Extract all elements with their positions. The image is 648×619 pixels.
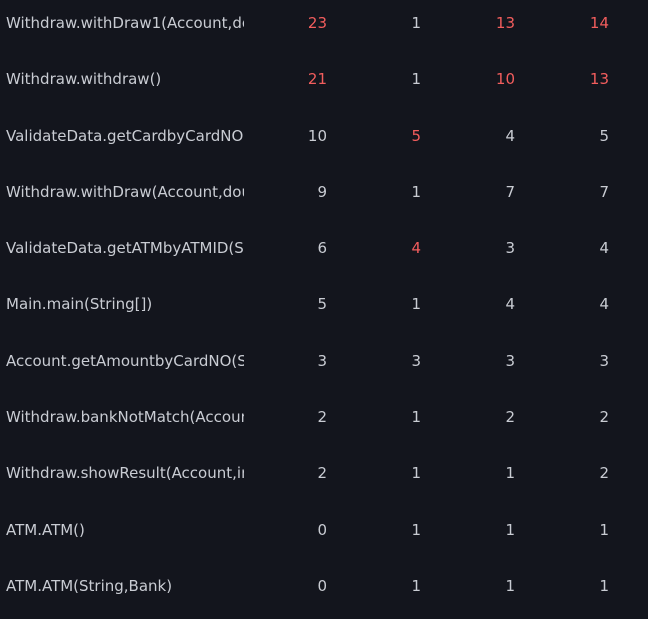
metric-2-value: 1 [411, 14, 421, 32]
method-name: Account.getAmountbyCardNO(String) [6, 351, 244, 370]
metric-4-value: 2 [599, 464, 609, 483]
metric-3-value: 1 [505, 464, 515, 483]
metric-4-value: 7 [599, 182, 609, 201]
table-row[interactable]: ATM.ATM(String,Bank) 0 1 1 1 [0, 563, 648, 619]
metric-2-value: 1 [411, 464, 421, 483]
method-name: ValidateData.getATMbyATMID(String) [6, 239, 244, 258]
metric-1-value: 6 [317, 239, 327, 258]
metric-3-value: 4 [505, 295, 515, 314]
metric-3-value: 7 [505, 182, 515, 201]
metric-1-value: 0 [317, 576, 327, 595]
method-name: Withdraw.withDraw1(Account,double) [6, 14, 244, 32]
metric-1-value: 2 [317, 408, 327, 427]
metric-2-value: 1 [411, 70, 421, 89]
table-row[interactable]: ValidateData.getATMbyATMID(String) 6 4 3… [0, 225, 648, 281]
method-name: ValidateData.getCardbyCardNO(String) [6, 126, 244, 145]
metric-1-value: 3 [317, 351, 327, 370]
table-row[interactable]: Withdraw.bankNotMatch(Account) 2 1 2 2 [0, 394, 648, 450]
table-row[interactable]: ValidateData.getCardbyCardNO(String) 10 … [0, 113, 648, 169]
metric-1-value: 0 [317, 520, 327, 539]
metric-2-value: 1 [411, 576, 421, 595]
method-name: ATM.ATM() [6, 520, 85, 539]
metric-1-value: 10 [307, 126, 327, 145]
metric-2-value: 4 [411, 239, 421, 258]
metric-2-value: 5 [411, 126, 421, 145]
metric-1-value: 21 [307, 70, 327, 89]
metric-4-value: 3 [599, 351, 609, 370]
metric-1-value: 5 [317, 295, 327, 314]
table-row[interactable]: Main.main(String[]) 5 1 4 4 [0, 281, 648, 337]
method-name: Withdraw.withDraw(Account,double) [6, 182, 244, 201]
metric-1-value: 2 [317, 464, 327, 483]
metric-3-value: 10 [495, 70, 515, 89]
metric-4-value: 1 [599, 520, 609, 539]
table-row[interactable]: ATM.ATM() 0 1 1 1 [0, 507, 648, 563]
table-row[interactable]: Withdraw.withdraw() 21 1 10 13 [0, 56, 648, 112]
method-name: Withdraw.showResult(Account,int) [6, 464, 244, 483]
metric-1-value: 9 [317, 182, 327, 201]
table-row[interactable]: Withdraw.withDraw1(Account,double) 23 1 … [0, 0, 648, 56]
metric-4-value: 14 [589, 14, 609, 32]
metrics-table: Withdraw.withDraw1(Account,double) 23 1 … [0, 0, 648, 619]
metric-3-value: 4 [505, 126, 515, 145]
table-row[interactable]: Withdraw.withDraw(Account,double) 9 1 7 … [0, 169, 648, 225]
metric-3-value: 2 [505, 408, 515, 427]
metric-3-value: 13 [495, 14, 515, 32]
method-name: Main.main(String[]) [6, 295, 153, 314]
metric-3-value: 3 [505, 239, 515, 258]
metric-2-value: 1 [411, 295, 421, 314]
metric-2-value: 1 [411, 182, 421, 201]
method-name: Withdraw.withdraw() [6, 70, 162, 89]
metric-2-value: 1 [411, 520, 421, 539]
metric-2-value: 3 [411, 351, 421, 370]
metric-4-value: 1 [599, 576, 609, 595]
metric-4-value: 13 [589, 70, 609, 89]
metric-4-value: 2 [599, 408, 609, 427]
metric-3-value: 3 [505, 351, 515, 370]
metric-1-value: 23 [307, 14, 327, 32]
method-name: ATM.ATM(String,Bank) [6, 576, 173, 595]
metric-2-value: 1 [411, 408, 421, 427]
metric-3-value: 1 [505, 576, 515, 595]
method-name: Withdraw.bankNotMatch(Account) [6, 408, 244, 427]
metric-4-value: 4 [599, 295, 609, 314]
metric-4-value: 5 [599, 126, 609, 145]
table-row[interactable]: Withdraw.showResult(Account,int) 2 1 1 2 [0, 450, 648, 506]
metric-4-value: 4 [599, 239, 609, 258]
table-row[interactable]: Account.getAmountbyCardNO(String) 3 3 3 … [0, 338, 648, 394]
metric-3-value: 1 [505, 520, 515, 539]
